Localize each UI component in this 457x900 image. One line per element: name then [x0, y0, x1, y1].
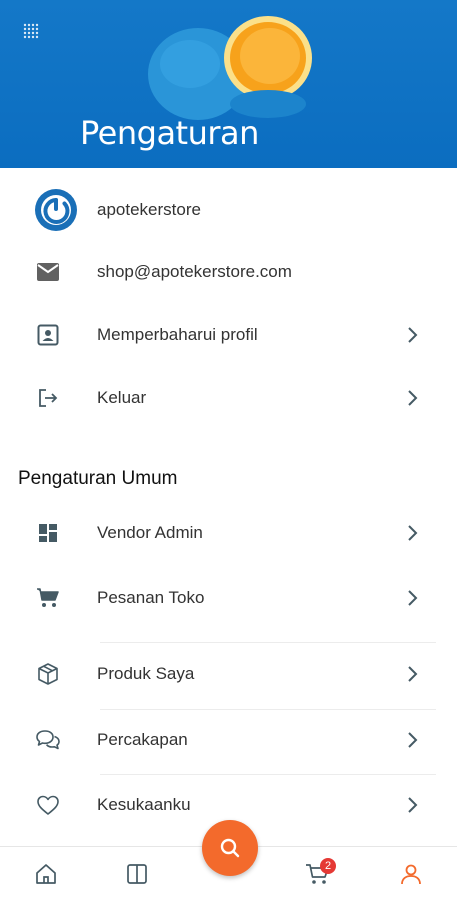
logout-label: Keluar — [97, 388, 147, 407]
store-name: apotekerstore — [97, 200, 201, 219]
user-icon — [401, 864, 421, 885]
mail-icon — [37, 263, 59, 281]
chat-icon — [36, 730, 60, 750]
divider — [100, 709, 436, 710]
chevron-right-icon — [408, 327, 418, 343]
conversations-row[interactable]: Percakapan — [0, 712, 457, 768]
cart-badge: 2 — [320, 858, 336, 874]
email-text: shop@apotekerstore.com — [97, 262, 292, 281]
update-profile-row[interactable]: Memperbaharui profil — [0, 307, 457, 363]
chevron-right-icon — [408, 666, 418, 682]
divider — [100, 642, 436, 643]
grid-dots-icon[interactable] — [22, 22, 42, 42]
home-icon — [36, 864, 56, 884]
logout-icon-wrap — [34, 384, 62, 412]
search-icon — [220, 838, 240, 858]
profile-icon-wrap — [34, 321, 62, 349]
box-icon — [38, 663, 58, 685]
search-button[interactable] — [202, 820, 258, 876]
heart-icon — [37, 795, 59, 815]
book-icon — [127, 864, 147, 884]
divider — [100, 774, 436, 775]
cart-icon — [37, 588, 59, 607]
my-products-label: Produk Saya — [97, 664, 195, 683]
logout-icon — [39, 389, 58, 407]
favorites-label: Kesukaanku — [97, 795, 191, 814]
nav-home[interactable] — [33, 861, 59, 887]
chevron-right-icon — [408, 390, 418, 406]
nav-account[interactable] — [398, 861, 424, 887]
my-products-icon-wrap — [34, 660, 62, 688]
store-orders-label: Pesanan Toko — [97, 588, 205, 607]
store-orders-icon-wrap — [34, 584, 62, 612]
store-avatar — [34, 188, 78, 232]
nav-categories[interactable] — [124, 861, 150, 887]
section-title-general: Pengaturan Umum — [18, 468, 178, 489]
vendor-admin-row[interactable]: Vendor Admin — [0, 505, 457, 561]
header-banner: Pengaturan — [0, 0, 457, 168]
email-icon-wrap — [34, 258, 62, 286]
email-row: shop@apotekerstore.com — [0, 244, 457, 300]
vendor-admin-icon-wrap — [34, 519, 62, 547]
page-title: Pengaturan — [80, 114, 259, 152]
favorites-icon-wrap — [34, 791, 62, 819]
chevron-right-icon — [408, 590, 418, 606]
my-products-row[interactable]: Produk Saya — [0, 646, 457, 702]
dashboard-icon — [39, 524, 57, 542]
chevron-right-icon — [408, 732, 418, 748]
update-profile-label: Memperbaharui profil — [97, 325, 258, 344]
store-name-row: apotekerstore — [0, 182, 457, 238]
orange-illustration — [148, 16, 312, 120]
logout-row[interactable]: Keluar — [0, 370, 457, 426]
conversations-icon-wrap — [34, 726, 62, 754]
chevron-right-icon — [408, 525, 418, 541]
store-orders-row[interactable]: Pesanan Toko — [0, 570, 457, 626]
profile-card-icon — [37, 324, 59, 346]
vendor-admin-label: Vendor Admin — [97, 523, 203, 542]
chevron-right-icon — [408, 797, 418, 813]
conversations-label: Percakapan — [97, 730, 188, 749]
power-logo-icon — [35, 189, 77, 231]
